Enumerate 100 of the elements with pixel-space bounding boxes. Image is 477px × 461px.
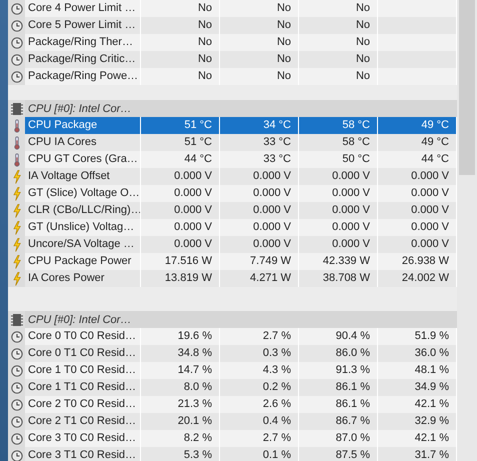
- sensor-value: 2.7 %: [262, 330, 291, 342]
- sensor-value: No: [198, 70, 212, 82]
- sensor-value: 0.000 V: [411, 187, 449, 199]
- sensor-value: 44 °C: [184, 153, 212, 165]
- sensor-value: 13.819 W: [164, 272, 212, 284]
- sensor-row[interactable]: IA Cores Power 13.819 W 4.271 W 38.708 W 24.002 W: [8, 270, 457, 287]
- sensor-value: 91.3 %: [336, 364, 370, 376]
- sensor-value: 0.000 V: [332, 238, 370, 250]
- sensor-value: 19.6 %: [178, 330, 212, 342]
- sensor-row[interactable]: Core 3 T0 C0 Resid… 8.2 % 2.7 % 87.0 % 42.1 %: [8, 430, 457, 447]
- clock-icon: [10, 330, 22, 344]
- sensor-name: IA Cores Power: [25, 270, 141, 287]
- clock-icon: [10, 448, 22, 461]
- sensor-row[interactable]: Core 1 T1 C0 Resid… 8.0 % 0.2 % 86.1 % 34.9 %: [8, 379, 457, 396]
- lightning-icon: [10, 186, 22, 200]
- sensor-value: 0.000 V: [411, 238, 449, 250]
- sensor-value: 36.0 %: [414, 347, 449, 359]
- sensor-value: 87.0 %: [336, 432, 370, 444]
- lightning-icon: [10, 170, 22, 184]
- sensor-value: No: [276, 70, 291, 82]
- sensor-value: 0.000 V: [411, 170, 449, 182]
- lightning-icon: [10, 272, 22, 286]
- sensor-value: 0.000 V: [332, 170, 370, 182]
- sensor-value: 2.7 %: [262, 432, 291, 444]
- clock-icon: [10, 70, 22, 84]
- lightning-icon: [10, 238, 22, 252]
- sensor-value: 20.1 %: [178, 415, 212, 427]
- sensor-value: 4.271 W: [250, 272, 291, 284]
- sensor-value: 34.9 %: [414, 381, 449, 393]
- sensor-row[interactable]: Core 0 T0 C0 Resid… 19.6 % 2.7 % 90.4 % 51.9 %: [8, 328, 457, 345]
- sensor-value: 0.000 V: [332, 221, 370, 233]
- sensor-row[interactable]: Uncore/SA Voltage … 0.000 V 0.000 V 0.000 V 0.000 V: [8, 236, 457, 253]
- sensor-value: 8.2 %: [184, 432, 212, 444]
- sensor-value: No: [276, 36, 291, 48]
- sensor-value: 87.5 %: [336, 449, 370, 461]
- chip-icon: [10, 102, 22, 116]
- sensor-row[interactable]: GT (Unslice) Voltag… 0.000 V 0.000 V 0.000 V 0.000 V: [8, 219, 457, 236]
- sensor-row[interactable]: Package/Ring Ther… No No No: [8, 34, 457, 51]
- sensor-row[interactable]: CPU Package 51 °C 34 °C 58 °C 49 °C: [8, 117, 457, 134]
- sensor-row[interactable]: Core 5 Power Limit … No No No: [8, 17, 457, 34]
- sensor-value: 31.7 %: [414, 449, 449, 461]
- sensor-value: 0.000 V: [253, 238, 291, 250]
- sensor-value: 0.000 V: [332, 204, 370, 216]
- sensor-value: 26.938 W: [402, 255, 449, 267]
- sensor-value: 0.000 V: [332, 187, 370, 199]
- clock-icon: [10, 398, 22, 412]
- sensor-value: 0.000 V: [253, 221, 291, 233]
- sensor-value: 21.3 %: [178, 398, 212, 410]
- sensor-row[interactable]: CLR (CBo/LLC/Ring)… 0.000 V 0.000 V 0.000 V 0.000 V: [8, 202, 457, 219]
- sensor-row[interactable]: Core 2 T1 C0 Resid… 20.1 % 0.4 % 86.7 % 32.9 %: [8, 413, 457, 430]
- sensor-row[interactable]: Core 3 T1 C0 Resid… 5.3 % 0.1 % 87.5 % 31.7 %: [8, 447, 457, 461]
- sensor-value: 50 °C: [342, 153, 370, 165]
- scrollbar[interactable]: [457, 0, 477, 461]
- sensor-value: 49 °C: [421, 119, 449, 131]
- sensor-value: No: [198, 19, 212, 31]
- sensor-row[interactable]: Core 1 T0 C0 Resid… 14.7 % 4.3 % 91.3 % 48.1 %: [8, 362, 457, 379]
- sensor-row[interactable]: IA Voltage Offset 0.000 V 0.000 V 0.000 V 0.000 V: [8, 168, 457, 185]
- sensor-value: No: [198, 36, 212, 48]
- sensor-value: No: [356, 2, 370, 14]
- sensor-value: 0.2 %: [262, 381, 291, 393]
- sensor-value: No: [356, 36, 370, 48]
- sensor-value: 0.000 V: [253, 170, 291, 182]
- group-title: CPU [#0]: Intel Cor…: [27, 102, 132, 114]
- sensor-value: 33 °C: [263, 136, 291, 148]
- sensor-value: 2.6 %: [262, 398, 291, 410]
- sensor-value: 51.9 %: [414, 330, 449, 342]
- sensor-value: 0.000 V: [253, 204, 291, 216]
- sensor-value: 38.708 W: [322, 272, 370, 284]
- sensor-row[interactable]: Package/Ring Critic… No No No: [8, 51, 457, 68]
- sensor-name: Package/Ring Powe…: [25, 68, 141, 85]
- sensor-value: 48.1 %: [414, 364, 449, 376]
- sensor-value: 86.1 %: [336, 398, 370, 410]
- sensor-value: 0.000 V: [174, 204, 212, 216]
- sensor-row[interactable]: CPU IA Cores 51 °C 33 °C 58 °C 49 °C: [8, 134, 457, 151]
- sensor-row[interactable]: CPU Package Power 17.516 W 7.749 W 42.339 W 26.938 W: [8, 253, 457, 270]
- sensor-row[interactable]: Core 4 Power Limit … No No No: [8, 0, 457, 17]
- clock-icon: [10, 52, 22, 66]
- sensor-row[interactable]: Core 0 T1 C0 Resid… 34.8 % 0.3 % 86.0 % 36.0 %: [8, 345, 457, 362]
- sensor-value: 58 °C: [342, 119, 370, 131]
- sensor-value: 8.0 %: [184, 381, 212, 393]
- sensor-value: No: [356, 19, 370, 31]
- clock-icon: [10, 36, 22, 50]
- sensor-value: 0.000 V: [253, 187, 291, 199]
- lightning-icon: [10, 204, 22, 218]
- sensor-value: 42.1 %: [414, 398, 449, 410]
- clock-icon: [10, 346, 22, 360]
- clock-icon: [10, 18, 22, 32]
- sensor-row[interactable]: Core 2 T0 C0 Resid… 21.3 % 2.6 % 86.1 % 42.1 %: [8, 396, 457, 413]
- clock-icon: [10, 364, 22, 378]
- sensor-value: 0.000 V: [174, 221, 212, 233]
- scrollbar-thumb[interactable]: [459, 0, 475, 175]
- sensor-value: 51 °C: [184, 119, 212, 131]
- sensor-row[interactable]: CPU GT Cores (Gra… 44 °C 33 °C 50 °C 44 °C: [8, 151, 457, 168]
- sensor-value: 34 °C: [263, 119, 291, 131]
- sensor-value: No: [276, 19, 291, 31]
- sensor-value: 86.7 %: [336, 415, 370, 427]
- sensor-row[interactable]: GT (Slice) Voltage O… 0.000 V 0.000 V 0.000 V 0.000 V: [8, 185, 457, 202]
- sensor-value: 0.000 V: [174, 187, 212, 199]
- sensor-value: 44 °C: [421, 153, 449, 165]
- sensor-row[interactable]: Package/Ring Powe… No No No: [8, 68, 457, 85]
